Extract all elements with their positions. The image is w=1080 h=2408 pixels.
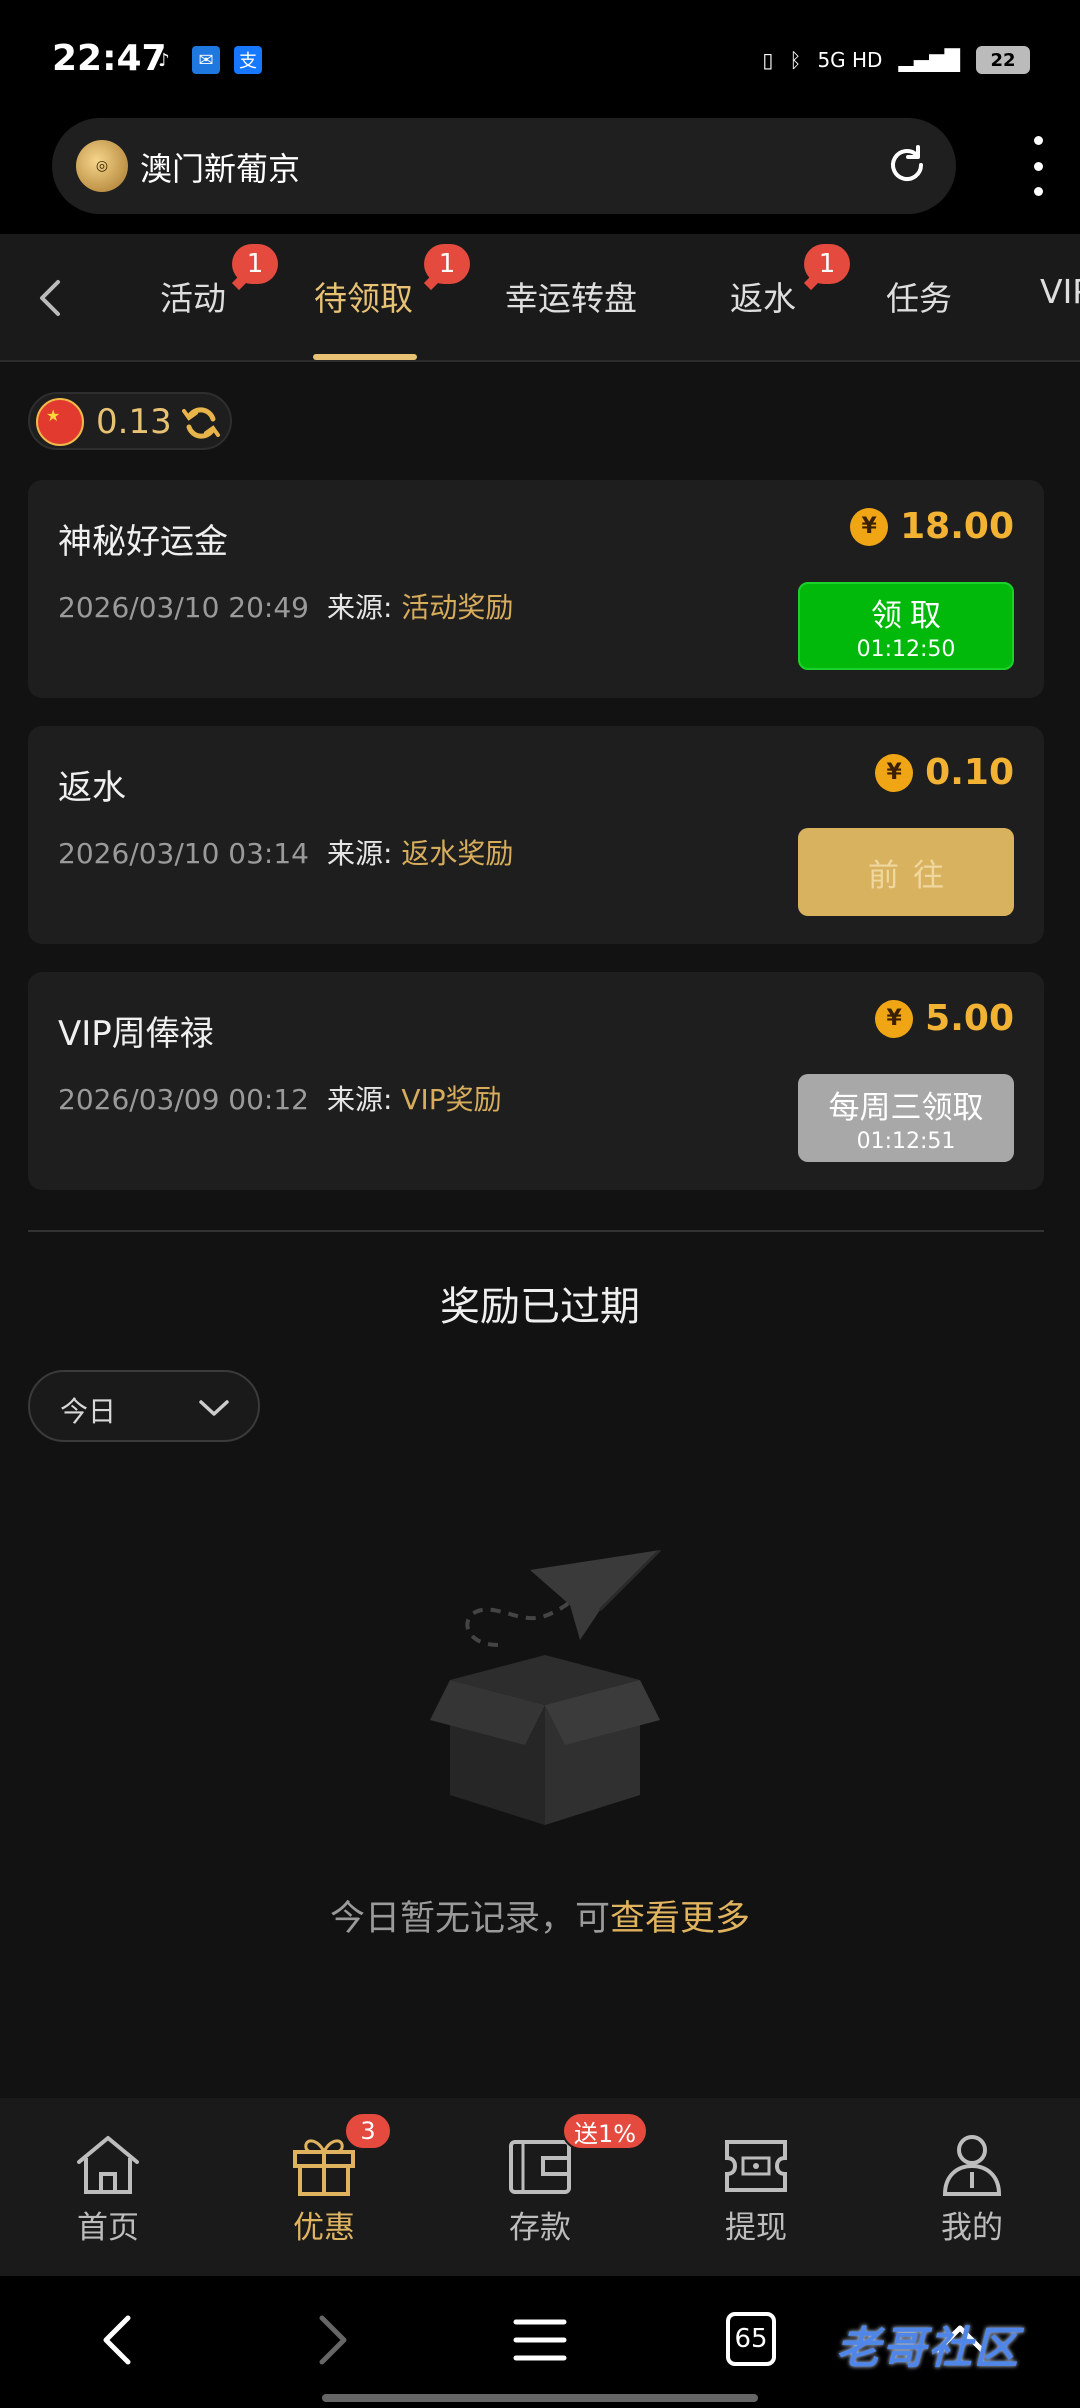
site-title: 澳门新葡京 [140,150,301,188]
weekly-claim-timer: 01:12:51 [856,1129,956,1154]
reward-card: 神秘好运金 2026/03/10 20:49 来源: 活动奖励 ¥ 18.00 领… [28,480,1044,698]
yuan-coin-icon: ¥ [875,999,914,1038]
nav-promotions-label: 优惠 [293,2210,355,2246]
category-tabs: 活动 1 待领取 1 幸运转盘 返水 1 任务 VIP [0,234,1080,362]
reward-title: 返水 [58,768,126,808]
home-icon [77,2136,139,2194]
hamburger-menu-icon[interactable] [510,2310,570,2370]
expired-section-title: 奖励已过期 [440,1284,640,1330]
back-icon[interactable] [90,2310,150,2370]
nav-withdraw[interactable]: 提现 [676,2132,836,2247]
profile-icon [942,2135,1002,2196]
browser-bar: ◎ 澳门新葡京 [0,110,1080,234]
address-bar[interactable]: ◎ 澳门新葡京 [52,118,956,214]
empty-state-text: 今日暂无记录，可查看更多 [0,1890,1080,1941]
home-indicator[interactable] [322,2394,758,2402]
alipay-icon: 支 [234,46,262,74]
refresh-balance-icon[interactable] [180,402,222,444]
reward-amount: ¥ 0.10 [875,752,1014,793]
empty-state-message: 今日暂无记录，可 [329,1899,610,1939]
reward-amount: ¥ 5.00 [875,998,1014,1039]
battery-icon: 22 [976,46,1030,74]
tab-rebate-badge: 1 [804,244,850,284]
reward-source: 活动奖励 [401,591,514,624]
source-label: 来源: [326,591,393,624]
reward-card: VIP周俸禄 2026/03/09 00:12 来源: VIP奖励 ¥ 5.00 … [28,972,1044,1190]
reward-card: 返水 2026/03/10 03:14 来源: 返水奖励 ¥ 0.10 前往 [28,726,1044,944]
reward-amount-value: 18.00 [900,506,1014,547]
reward-title: 神秘好运金 [58,522,228,562]
goto-button-label: 前往 [868,857,958,894]
section-divider [28,1230,1044,1232]
reward-amount-value: 5.00 [925,998,1014,1039]
reward-date: 2026/03/10 20:49 [58,591,309,624]
tab-activity[interactable]: 活动 [160,272,226,320]
reward-meta: 2026/03/10 03:14 来源: 返水奖励 [58,832,513,872]
reward-source: 返水奖励 [401,837,514,870]
source-label: 来源: [326,1083,393,1116]
tab-pending-badge: 1 [424,244,470,284]
date-filter-value: 今日 [60,1395,117,1428]
forward-icon[interactable] [300,2310,360,2370]
reward-meta: 2026/03/10 20:49 来源: 活动奖励 [58,586,513,626]
tab-vip[interactable]: VIP [1040,272,1080,311]
chevron-down-icon [199,1400,229,1416]
tab-activity-badge: 1 [232,244,278,284]
reward-date: 2026/03/09 00:12 [58,1083,309,1116]
chevron-left-icon[interactable] [32,278,68,318]
claim-button[interactable]: 领取 01:12:50 [798,582,1014,670]
source-label: 来源: [326,837,393,870]
reward-amount-value: 0.10 [925,752,1014,793]
empty-box-icon [430,1550,662,1825]
weekly-claim-button[interactable]: 每周三领取 01:12:51 [798,1074,1014,1162]
signal-icon: ▂▄▆█ [898,48,960,72]
vibrate-icon: ▯ [762,48,774,72]
tab-lucky-wheel[interactable]: 幸运转盘 [505,272,637,320]
view-more-link[interactable]: 查看更多 [610,1899,750,1939]
nav-profile-label: 我的 [941,2210,1003,2246]
reward-meta: 2026/03/09 00:12 来源: VIP奖励 [58,1078,502,1118]
nav-promotions-badge: 3 [344,2112,392,2150]
nav-withdraw-label: 提现 [725,2210,787,2246]
tab-rebate[interactable]: 返水 [730,272,796,320]
watermark-logo: 老哥社区 [836,2323,1020,2374]
yuan-coin-icon: ¥ [850,507,889,546]
claim-timer: 01:12:50 [856,637,956,662]
mail-app-icon: ✉ [192,46,220,74]
network-label: 5G HD [817,48,883,72]
reward-title: VIP周俸禄 [58,1014,214,1054]
music-note-icon: ♪ [158,49,170,71]
date-filter-select[interactable]: 今日 [28,1370,260,1442]
reward-amount: ¥ 18.00 [850,506,1014,547]
site-logo-icon: ◎ [76,140,128,192]
balance-pill: ★ 0.13 [28,392,232,450]
nav-home-label: 首页 [77,2210,139,2246]
reward-date: 2026/03/10 03:14 [58,837,309,870]
nav-deposit-badge: 送1% [562,2112,649,2150]
tab-active-indicator [313,354,417,360]
tab-tasks[interactable]: 任务 [886,272,952,320]
balance-value: 0.13 [96,402,172,442]
reward-source: VIP奖励 [401,1083,502,1116]
system-navigation: 65 老哥社区 [0,2276,1080,2408]
cash-icon [725,2140,787,2192]
bluetooth-icon: ᛒ [789,48,802,72]
bottom-nav: 首页 优惠 3 存款 送1% 提现 我的 [0,2098,1080,2276]
status-right-icons: ▯ ᛒ 5G HD ▂▄▆█ 22 [762,46,1030,74]
goto-button[interactable]: 前往 [798,828,1014,916]
nav-home[interactable]: 首页 [28,2132,188,2247]
china-flag-icon: ★ [36,398,84,446]
tab-count-button[interactable]: 65 [726,2312,776,2366]
nav-deposit-label: 存款 [509,2210,571,2246]
tab-pending[interactable]: 待领取 [314,272,413,320]
yuan-coin-icon: ¥ [875,753,914,792]
reload-icon[interactable] [884,142,930,188]
status-bar: 22:47 ♪ ✉ 支 ▯ ᛒ 5G HD ▂▄▆█ 22 [0,0,1080,110]
nav-profile[interactable]: 我的 [892,2132,1052,2247]
browser-menu-icon[interactable] [1030,136,1046,196]
weekly-claim-label: 每周三领取 [828,1090,984,1126]
nav-promotions[interactable]: 优惠 [244,2132,404,2247]
notification-icons: ♪ ✉ 支 [150,46,262,74]
claim-button-label: 领取 [871,598,949,634]
